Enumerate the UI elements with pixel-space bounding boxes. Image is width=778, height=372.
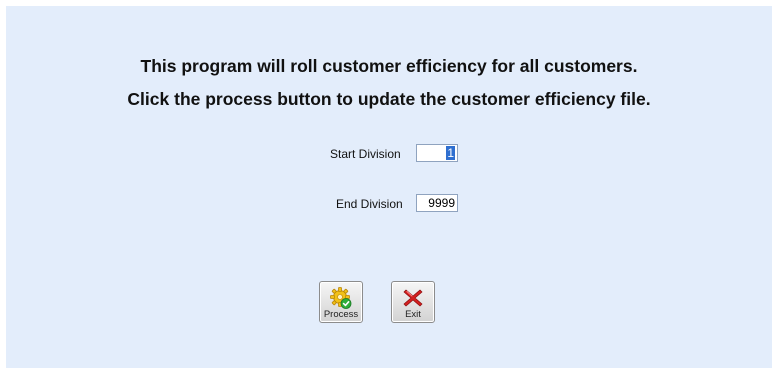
process-button-label: Process — [323, 309, 359, 320]
process-button[interactable]: Process — [319, 281, 363, 323]
exit-button[interactable]: Exit — [391, 281, 435, 323]
red-x-icon — [403, 289, 423, 307]
start-division-value: 1 — [446, 146, 455, 160]
start-division-label: Start Division — [330, 147, 401, 161]
dialog-panel: This program will roll customer efficien… — [6, 6, 772, 368]
instruction-line-1: This program will roll customer efficien… — [140, 56, 638, 76]
instruction-line-2: Click the process button to update the c… — [127, 89, 651, 109]
end-division-input[interactable]: 9999 — [416, 194, 458, 212]
exit-button-label: Exit — [405, 309, 421, 320]
start-division-input[interactable]: 1 — [416, 144, 458, 162]
gear-check-icon — [330, 287, 352, 309]
end-division-label: End Division — [336, 197, 403, 211]
